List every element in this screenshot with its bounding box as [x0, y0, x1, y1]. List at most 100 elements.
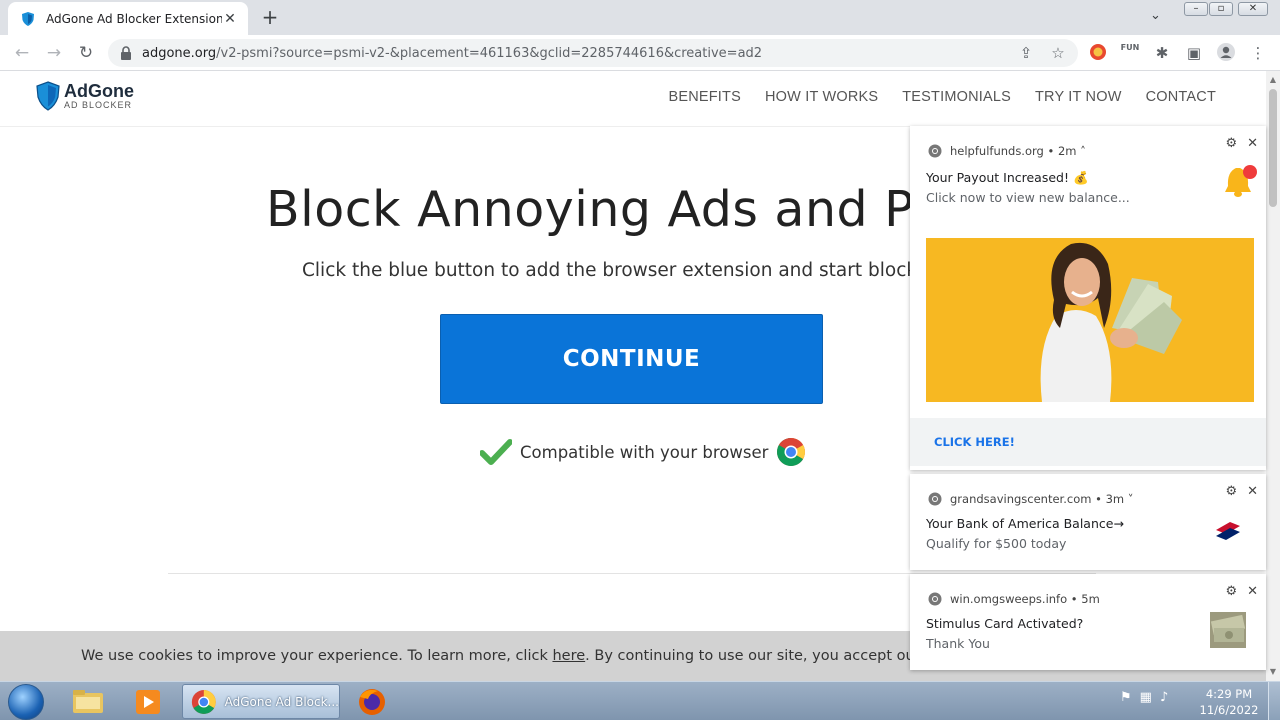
address-bar[interactable]: adgone.org/v2-psmi?source=psmi-v2-&place… — [108, 39, 1078, 67]
settings-gear-icon[interactable]: ⚙ — [1225, 136, 1237, 151]
logo-subtitle: AD BLOCKER — [64, 99, 133, 110]
nav-testimonials[interactable]: TESTIMONIALS — [902, 89, 1011, 105]
logo-name: AdGone — [64, 80, 134, 101]
site-header: AdGone AD BLOCKER BENEFITS HOW IT WORKS … — [0, 71, 1266, 127]
hero-title: Block Annoying Ads and Pop- — [266, 181, 993, 238]
nav-try-it-now[interactable]: TRY IT NOW — [1035, 89, 1122, 105]
media-player-button[interactable] — [122, 685, 174, 719]
scroll-down-arrow[interactable]: ▼ — [1266, 667, 1280, 676]
minimize-button[interactable]: – — [1184, 2, 1208, 16]
file-explorer-button[interactable] — [62, 685, 114, 719]
chrome-globe-icon — [928, 492, 942, 506]
nav-benefits[interactable]: BENEFITS — [668, 89, 741, 105]
close-icon[interactable]: ✕ — [1247, 584, 1258, 599]
shield-logo-icon — [36, 81, 60, 111]
share-icon[interactable]: ⇪ — [1016, 43, 1036, 63]
tab-title: AdGone Ad Blocker Extension — [46, 11, 222, 26]
network-icon[interactable]: ▦ — [1140, 690, 1152, 705]
chevron-down-icon[interactable]: ˅ — [1128, 492, 1134, 506]
bookmark-star-icon[interactable]: ☆ — [1048, 43, 1068, 63]
notification-controls: ⚙ ✕ — [1225, 136, 1258, 151]
close-icon[interactable]: ✕ — [1247, 484, 1258, 499]
taskbar-chrome-active[interactable]: AdGone Ad Block... — [182, 684, 340, 719]
cookie-here-link[interactable]: here — [552, 648, 585, 664]
chrome-taskbar-icon — [191, 689, 216, 714]
browser-toolbar: ← → ↻ adgone.org/v2-psmi?source=psmi-v2-… — [0, 35, 1280, 71]
notification-grandsavings[interactable]: grandsavingscenter.com • 3m ˅ ⚙ ✕ Your B… — [910, 474, 1266, 570]
profile-avatar-icon[interactable] — [1216, 43, 1236, 63]
volume-icon[interactable]: ♪ — [1160, 690, 1168, 705]
extension-red-icon[interactable] — [1088, 43, 1108, 63]
start-button[interactable] — [8, 684, 44, 720]
notification-controls: ⚙ ✕ — [1225, 584, 1258, 599]
notification-body: Thank You — [926, 636, 990, 651]
chevron-up-icon[interactable]: ˄ — [1080, 144, 1086, 158]
compat-text: Compatible with your browser — [520, 442, 769, 462]
nav-contact[interactable]: CONTACT — [1146, 89, 1216, 105]
menu-kebab-icon[interactable]: ⋮ — [1248, 43, 1268, 63]
notification-title: Your Bank of America Balance→ — [926, 516, 1124, 531]
notification-age: 2m — [1057, 144, 1077, 158]
notification-action-bar: CLICK HERE! — [910, 418, 1266, 466]
cookie-text: We use cookies to improve your experienc… — [81, 648, 991, 664]
tab-close-icon[interactable]: ✕ — [222, 11, 238, 27]
notification-header: win.omgsweeps.info • 5m — [928, 592, 1100, 606]
continue-button[interactable]: CONTINUE — [440, 314, 823, 404]
tab-search-chevron-icon[interactable]: ⌄ — [1150, 8, 1161, 23]
clock-time: 4:29 PM — [1205, 687, 1253, 701]
page-scrollbar[interactable]: ▲ ▼ — [1266, 71, 1280, 681]
compatibility-note: Compatible with your browser — [480, 437, 806, 467]
forward-arrow-icon[interactable]: → — [42, 41, 66, 65]
new-tab-button[interactable]: + — [258, 6, 282, 30]
notification-title: Stimulus Card Activated? — [926, 616, 1084, 631]
firefox-icon — [359, 689, 385, 715]
url-host: adgone.org — [142, 45, 217, 61]
maximize-button[interactable]: ▫ — [1209, 2, 1233, 16]
notification-body: Click now to view new balance... — [926, 190, 1130, 205]
notification-title: Your Payout Increased! 💰 — [926, 170, 1089, 185]
settings-gear-icon[interactable]: ⚙ — [1225, 584, 1237, 599]
folder-icon — [73, 690, 103, 713]
close-icon[interactable]: ✕ — [1247, 136, 1258, 151]
url-path: /v2-psmi?source=psmi-v2-&placement=46116… — [216, 45, 763, 61]
tab-strip: AdGone Ad Blocker Extension ✕ + ⌄ – ▫ ✕ — [0, 0, 1280, 35]
firefox-button[interactable] — [346, 685, 398, 719]
notification-age: 5m — [1081, 592, 1100, 606]
adgone-logo[interactable]: AdGone AD BLOCKER — [36, 81, 134, 111]
notification-age: 3m — [1105, 492, 1125, 506]
taskbar-clock[interactable]: 4:29 PM 11/6/2022 — [1194, 686, 1264, 718]
chrome-logo-icon — [777, 438, 806, 466]
scrollbar-thumb[interactable] — [1269, 89, 1277, 207]
notification-header: helpfulfunds.org • 2m ˄ — [928, 144, 1086, 158]
tab-adgone[interactable]: AdGone Ad Blocker Extension ✕ — [8, 2, 248, 35]
notification-omgsweeps[interactable]: win.omgsweeps.info • 5m ⚙ ✕ Stimulus Car… — [910, 574, 1266, 670]
notification-promo-image[interactable] — [926, 238, 1254, 402]
woman-holding-cash-image — [926, 238, 1254, 402]
check-icon — [480, 439, 512, 465]
notification-site: helpfulfunds.org — [950, 144, 1044, 158]
notification-body: Qualify for $500 today — [926, 536, 1067, 551]
avatar-icon — [1217, 43, 1235, 61]
reload-icon[interactable]: ↻ — [74, 41, 98, 65]
lock-icon[interactable] — [120, 46, 132, 60]
click-here-button[interactable]: CLICK HERE! — [934, 435, 1015, 449]
shield-favicon-icon — [22, 11, 34, 26]
show-desktop-button[interactable] — [1268, 682, 1280, 720]
action-center-icon[interactable]: ⚑ — [1120, 690, 1132, 705]
cash-thumbnail-icon — [1210, 612, 1246, 648]
nav-how-it-works[interactable]: HOW IT WORKS — [765, 89, 878, 105]
side-panel-icon[interactable]: ▣ — [1184, 43, 1204, 63]
settings-gear-icon[interactable]: ⚙ — [1225, 484, 1237, 499]
url-text[interactable]: adgone.org/v2-psmi?source=psmi-v2-&place… — [142, 46, 762, 61]
notification-site: grandsavingscenter.com — [950, 492, 1092, 506]
extensions-puzzle-icon[interactable]: ✱ — [1152, 43, 1172, 63]
red-badge-icon — [1090, 44, 1106, 60]
extension-fun-icon[interactable]: FUN — [1120, 43, 1140, 63]
bank-logo-icon — [1216, 522, 1240, 540]
back-arrow-icon[interactable]: ← — [10, 41, 34, 65]
notification-helpfulfunds[interactable]: helpfulfunds.org • 2m ˄ ⚙ ✕ Your Payout … — [910, 126, 1266, 470]
cookie-text-before: We use cookies to improve your experienc… — [81, 648, 553, 664]
windows-taskbar: AdGone Ad Block... ⚑ ▦ ♪ 4:29 PM 11/6/20… — [0, 681, 1280, 720]
scroll-up-arrow[interactable]: ▲ — [1266, 75, 1280, 84]
close-window-button[interactable]: ✕ — [1238, 2, 1268, 16]
